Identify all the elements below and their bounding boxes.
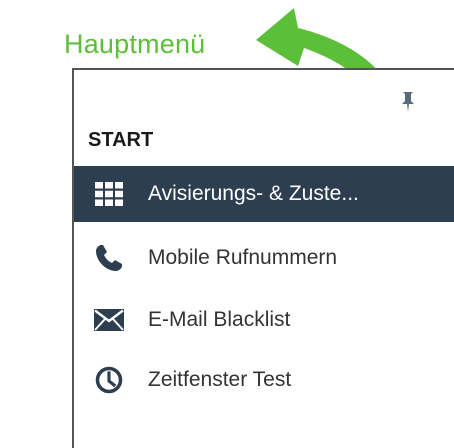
menu-item-label: Zeitfenster Test [148, 368, 292, 391]
menu-item-zeitfenster-test[interactable]: Zeitfenster Test [74, 352, 454, 408]
grid-icon [94, 179, 124, 209]
clock-icon [94, 365, 124, 395]
callout-label: Hauptmenü [64, 29, 206, 59]
menu-item-label: E-Mail Blacklist [148, 308, 291, 331]
menu-item-email-blacklist[interactable]: E-Mail Blacklist [74, 292, 454, 348]
phone-icon [94, 243, 124, 273]
envelope-icon [94, 305, 124, 335]
menu-item-label: Mobile Rufnummern [148, 246, 338, 269]
menu-item-label: Avisierungs- & Zuste... [148, 182, 359, 205]
screenshot-stage: Hauptmenü START Avisierungs- & Zuste... [0, 0, 454, 448]
menu-item-mobile-rufnummern[interactable]: Mobile Rufnummern [74, 230, 454, 286]
section-heading-start: START [88, 129, 154, 151]
pin-icon[interactable] [400, 90, 416, 112]
menu-item-avisierungs[interactable]: Avisierungs- & Zuste... [74, 166, 454, 222]
